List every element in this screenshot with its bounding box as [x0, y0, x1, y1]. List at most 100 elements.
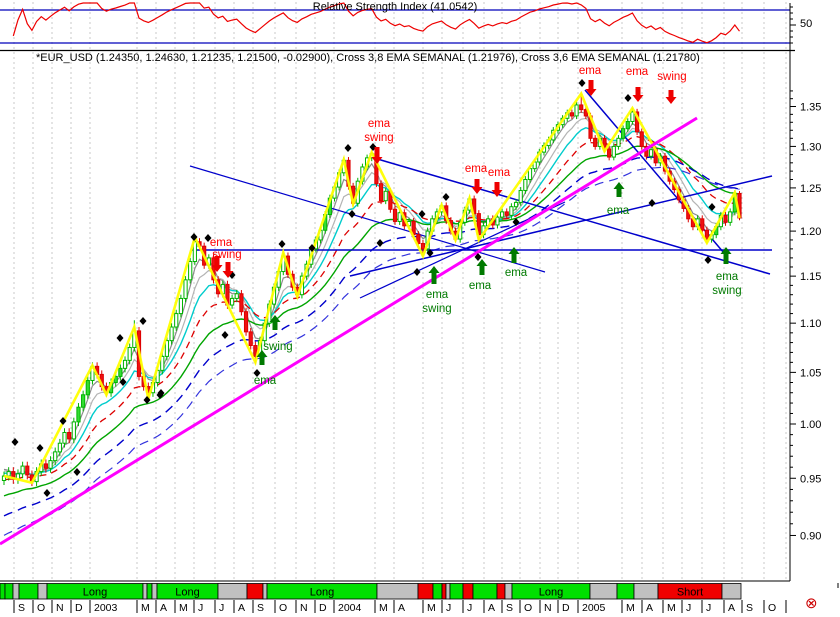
swing-diamond-icon	[349, 210, 356, 218]
ribbon-segment	[377, 584, 418, 600]
swing-diamond-icon	[117, 334, 124, 342]
candle	[235, 294, 238, 299]
month-label: O	[524, 602, 532, 614]
candle	[514, 202, 517, 206]
ema-line	[4, 146, 740, 496]
swing-diamond-icon	[625, 94, 632, 102]
ema-swing-label: ema	[254, 375, 277, 387]
ribbon-segment	[218, 584, 247, 600]
ribbon-state-label: Long	[539, 587, 563, 599]
ema-line	[4, 128, 740, 475]
candle	[119, 368, 122, 376]
ribbon-state-label: Short	[677, 587, 703, 599]
month-label: J	[467, 602, 472, 614]
ribbon-segment	[463, 584, 473, 600]
candle	[72, 422, 75, 439]
candle	[128, 347, 131, 360]
month-label: S	[18, 602, 25, 614]
candle	[701, 219, 704, 230]
candle	[705, 230, 708, 239]
candle	[86, 380, 89, 394]
swing-diamond-icon	[140, 317, 147, 325]
candle	[631, 112, 634, 121]
month-label: 2004	[338, 602, 362, 614]
price-axis-label: 0.95	[800, 473, 821, 485]
chart-canvas: 50 0.900.951.001.051.101.151.201.251.301.…	[0, 0, 840, 617]
buy-arrow-icon	[614, 182, 625, 197]
ema-swing-label: ema	[626, 66, 649, 78]
rsi-panel-title: Relative Strength Index (41.0542)	[0, 1, 790, 13]
month-label: J	[219, 602, 224, 614]
ribbon-segment	[450, 584, 463, 600]
candle	[649, 150, 652, 157]
month-label: M	[626, 602, 635, 614]
price-axis-label: 1.25	[800, 183, 821, 195]
ribbon-segment	[5, 584, 13, 600]
candle	[77, 407, 80, 422]
month-label: O	[279, 602, 287, 614]
ema-line	[4, 167, 740, 535]
month-label: O	[768, 602, 776, 614]
swing-diamond-icon	[649, 199, 656, 207]
ribbon-segment	[473, 584, 497, 600]
signal-arrows	[212, 80, 732, 365]
candle	[26, 466, 29, 475]
ribbon-segment	[446, 584, 450, 600]
candle	[421, 244, 424, 249]
candle	[165, 341, 168, 357]
ema-swing-label: ema	[716, 271, 739, 283]
candle	[524, 179, 527, 190]
candle	[54, 452, 57, 461]
ema-swing-label: ema	[210, 237, 233, 249]
ribbon-segment	[634, 584, 658, 600]
month-label: N	[300, 602, 308, 614]
candle	[63, 432, 66, 443]
candle	[510, 207, 513, 216]
price-axis: 0.900.951.001.051.101.151.201.251.301.35	[0, 51, 821, 582]
ribbon-segment	[722, 584, 741, 600]
swing-diamond-icon	[443, 193, 450, 201]
swing-diamond-icon	[222, 331, 229, 339]
month-label: A	[238, 602, 245, 614]
candle	[58, 443, 61, 452]
ema-swing-label: ema	[579, 65, 602, 77]
month-label: M	[379, 602, 388, 614]
candle	[500, 212, 503, 217]
month-label: N	[56, 602, 64, 614]
price-panel-title: *EUR_USD (1.24350, 1.24630, 1.21235, 1.2…	[36, 52, 700, 64]
candle	[44, 464, 47, 468]
month-label: M	[427, 602, 436, 614]
candle	[505, 212, 508, 215]
candle	[608, 149, 611, 157]
ribbon-segment	[590, 584, 617, 600]
candle	[640, 132, 643, 147]
ribbon-state-label: Long	[310, 587, 334, 599]
ema-swing-label: swing	[364, 132, 393, 144]
ribbon-segment	[38, 584, 47, 600]
month-label: 2005	[582, 602, 606, 614]
swing-diamond-icon	[37, 444, 44, 452]
ema-swing-label: swing	[263, 341, 292, 353]
expert-status-icon[interactable]: ⊗	[805, 596, 818, 611]
candle	[21, 466, 24, 474]
month-label: D	[562, 602, 570, 614]
month-label: J	[446, 602, 451, 614]
month-label: A	[398, 602, 405, 614]
candle	[729, 212, 732, 222]
ema-line	[4, 112, 740, 476]
month-label: S	[746, 602, 753, 614]
month-label: M	[141, 602, 150, 614]
price-axis-label: 1.15	[800, 271, 821, 283]
ema-swing-label: swing	[422, 303, 451, 315]
month-label: D	[75, 602, 83, 614]
price-axis-label: 1.35	[800, 101, 821, 113]
ribbon-segment	[19, 584, 38, 600]
ema-swing-label: ema	[368, 118, 391, 130]
candle	[519, 190, 522, 202]
candle	[189, 262, 192, 280]
ema-swing-label: ema	[426, 289, 449, 301]
candle	[184, 280, 187, 299]
ema-swing-label: ema	[465, 163, 488, 175]
month-label: M	[179, 602, 188, 614]
rsi-axis-label: 50	[800, 18, 812, 30]
